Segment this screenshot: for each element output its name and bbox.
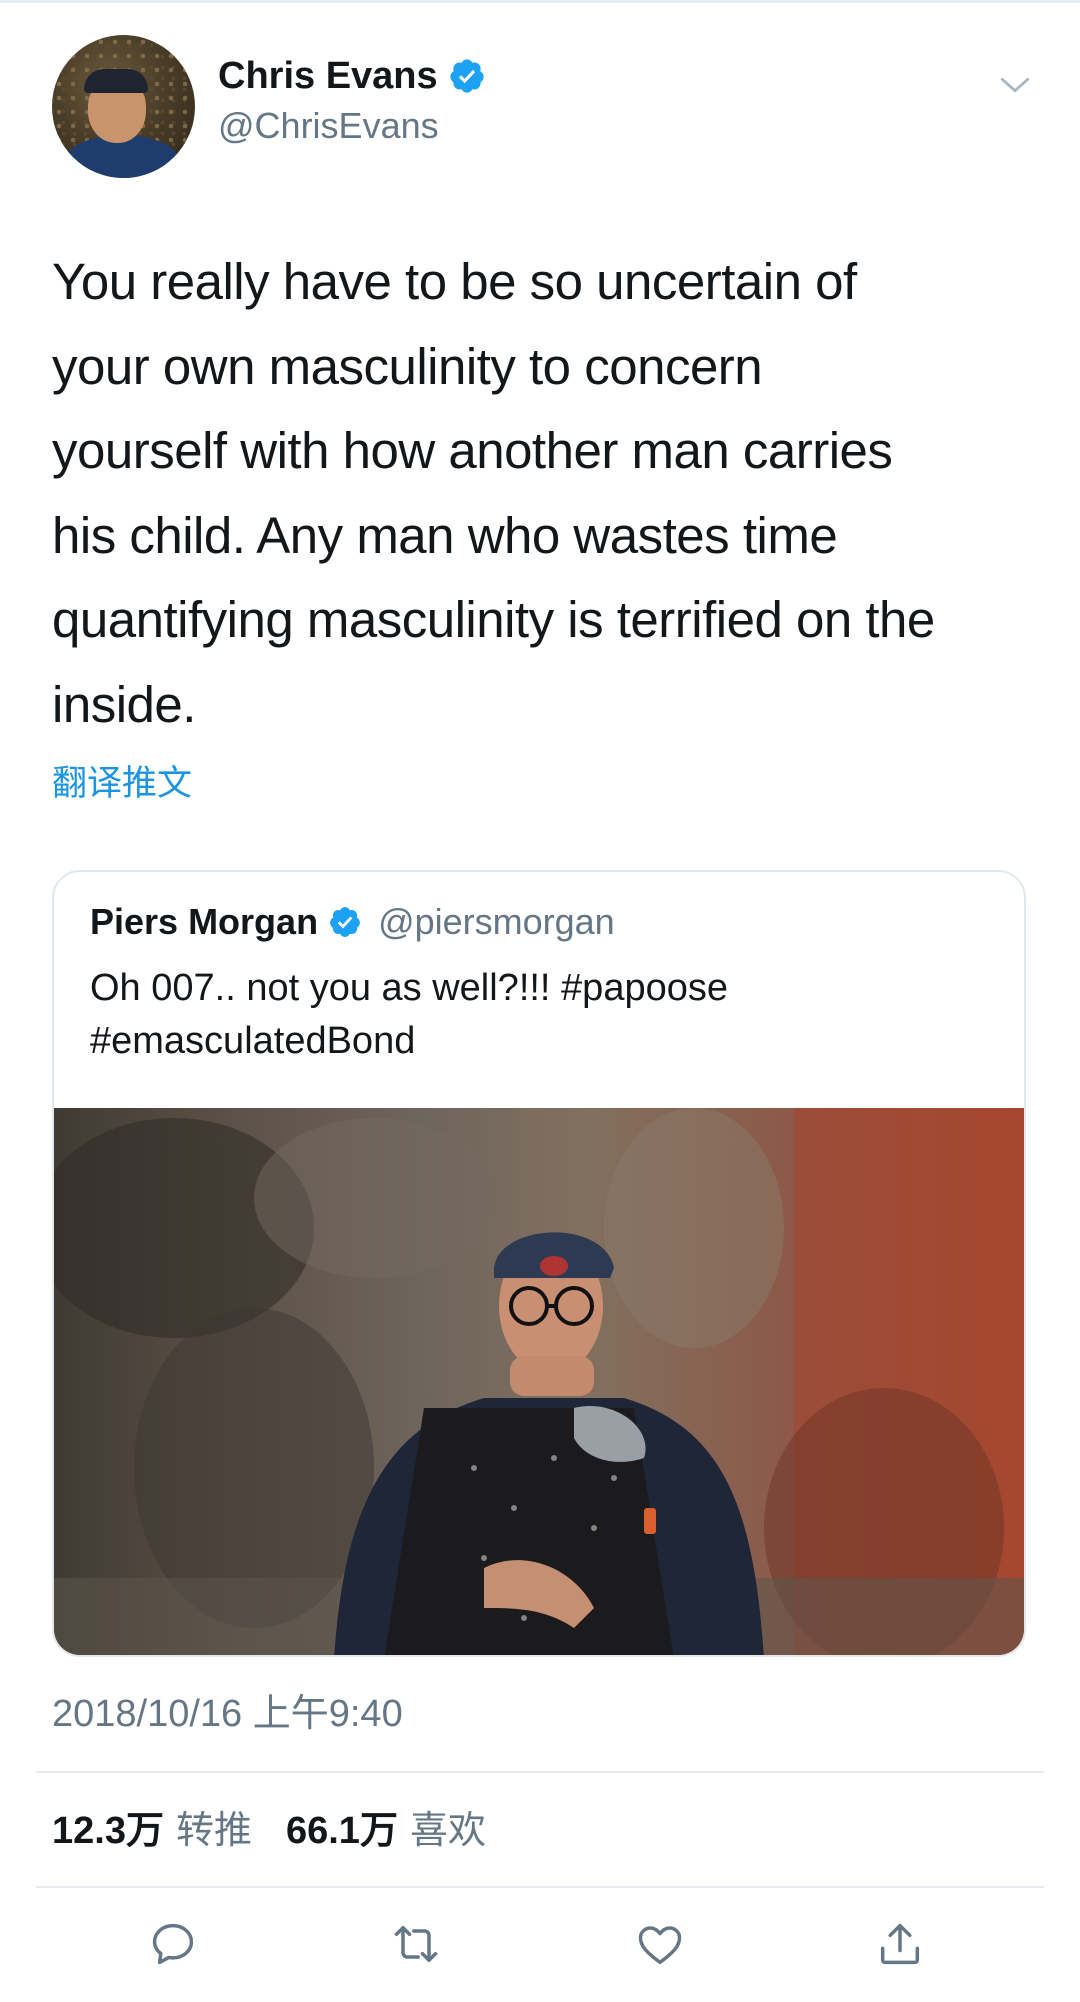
photo-illustration bbox=[54, 1108, 1024, 1655]
chevron-down-icon[interactable] bbox=[998, 68, 1032, 102]
translate-tweet-link[interactable]: 翻译推文 bbox=[52, 762, 192, 806]
author-display-name[interactable]: Chris Evans bbox=[218, 52, 438, 100]
like-count[interactable]: 66.1万 bbox=[286, 1807, 398, 1855]
share-icon[interactable] bbox=[874, 1918, 926, 1970]
like-icon[interactable] bbox=[634, 1918, 686, 1970]
retweet-icon[interactable] bbox=[390, 1918, 442, 1970]
retweet-count[interactable]: 12.3万 bbox=[52, 1807, 164, 1855]
quoted-tweet-text: Oh 007.. not you as well?!!! #papoose #e… bbox=[90, 967, 728, 1062]
quoted-tweet-card[interactable]: Piers Morgan @piersmorgan Oh 007.. not y… bbox=[52, 870, 1026, 1657]
author-name-row[interactable]: Chris Evans bbox=[218, 52, 486, 100]
tweet-timestamp[interactable]: 2018/10/16 上午9:40 bbox=[52, 1690, 403, 1738]
quoted-author-handle: @piersmorgan bbox=[378, 901, 615, 942]
reply-icon[interactable] bbox=[147, 1918, 199, 1970]
tweet-text: You really have to be so uncertain of yo… bbox=[52, 253, 935, 733]
author-avatar[interactable] bbox=[52, 35, 195, 178]
top-border bbox=[0, 0, 1080, 3]
divider bbox=[36, 1771, 1044, 1773]
like-label[interactable]: 喜欢 bbox=[410, 1807, 486, 1855]
quoted-author-name: Piers Morgan bbox=[90, 901, 319, 942]
retweet-label[interactable]: 转推 bbox=[176, 1807, 252, 1855]
verified-badge-icon bbox=[450, 59, 484, 93]
tweet-stats: 12.3万 转推 66.1万 喜欢 bbox=[52, 1807, 508, 1855]
quoted-tweet-header: Piers Morgan @piersmorgan bbox=[90, 900, 615, 944]
divider bbox=[36, 1886, 1044, 1888]
quoted-tweet-photo[interactable] bbox=[54, 1108, 1024, 1655]
author-handle[interactable]: @ChrisEvans bbox=[218, 104, 439, 148]
verified-badge-icon bbox=[330, 907, 360, 937]
